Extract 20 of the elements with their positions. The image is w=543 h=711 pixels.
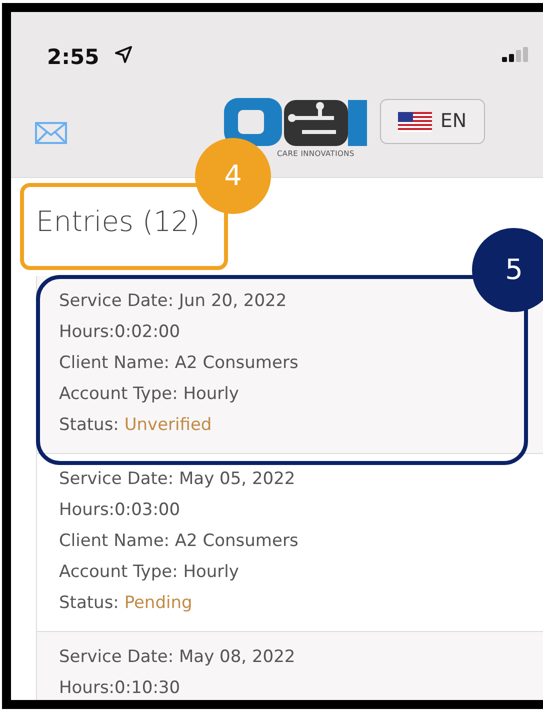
- entry-field: Account Type: Hourly: [59, 557, 543, 588]
- entry-field: Hours:0:03:00: [59, 495, 543, 526]
- entry-field: Hours:0:10:30: [59, 673, 543, 700]
- entry-field: Account Type: Hourly: [59, 379, 543, 410]
- entry-field: Client Name: A2 Consumers: [59, 526, 543, 557]
- entry-card[interactable]: Service Date: May 08, 2022 Hours:0:10:30: [37, 632, 543, 700]
- entry-status: Status: Unverified: [59, 414, 213, 437]
- mail-icon[interactable]: [35, 122, 67, 144]
- status-time: 2:55: [47, 44, 100, 71]
- entry-status: Status: Pending: [59, 592, 194, 615]
- entry-field: Service Date: May 05, 2022: [59, 464, 543, 495]
- language-button[interactable]: EN: [380, 99, 485, 144]
- entry-field: Client Name: A2 Consumers: [59, 348, 543, 379]
- flag-icon: [398, 112, 432, 132]
- entry-field: Service Date: May 08, 2022: [59, 642, 543, 673]
- location-arrow-icon: [115, 46, 132, 63]
- entry-field: Hours:0:02:00: [59, 317, 543, 348]
- signal-icon: [502, 47, 528, 63]
- logo-icon: [224, 98, 367, 148]
- callout-badge: 5: [472, 228, 543, 312]
